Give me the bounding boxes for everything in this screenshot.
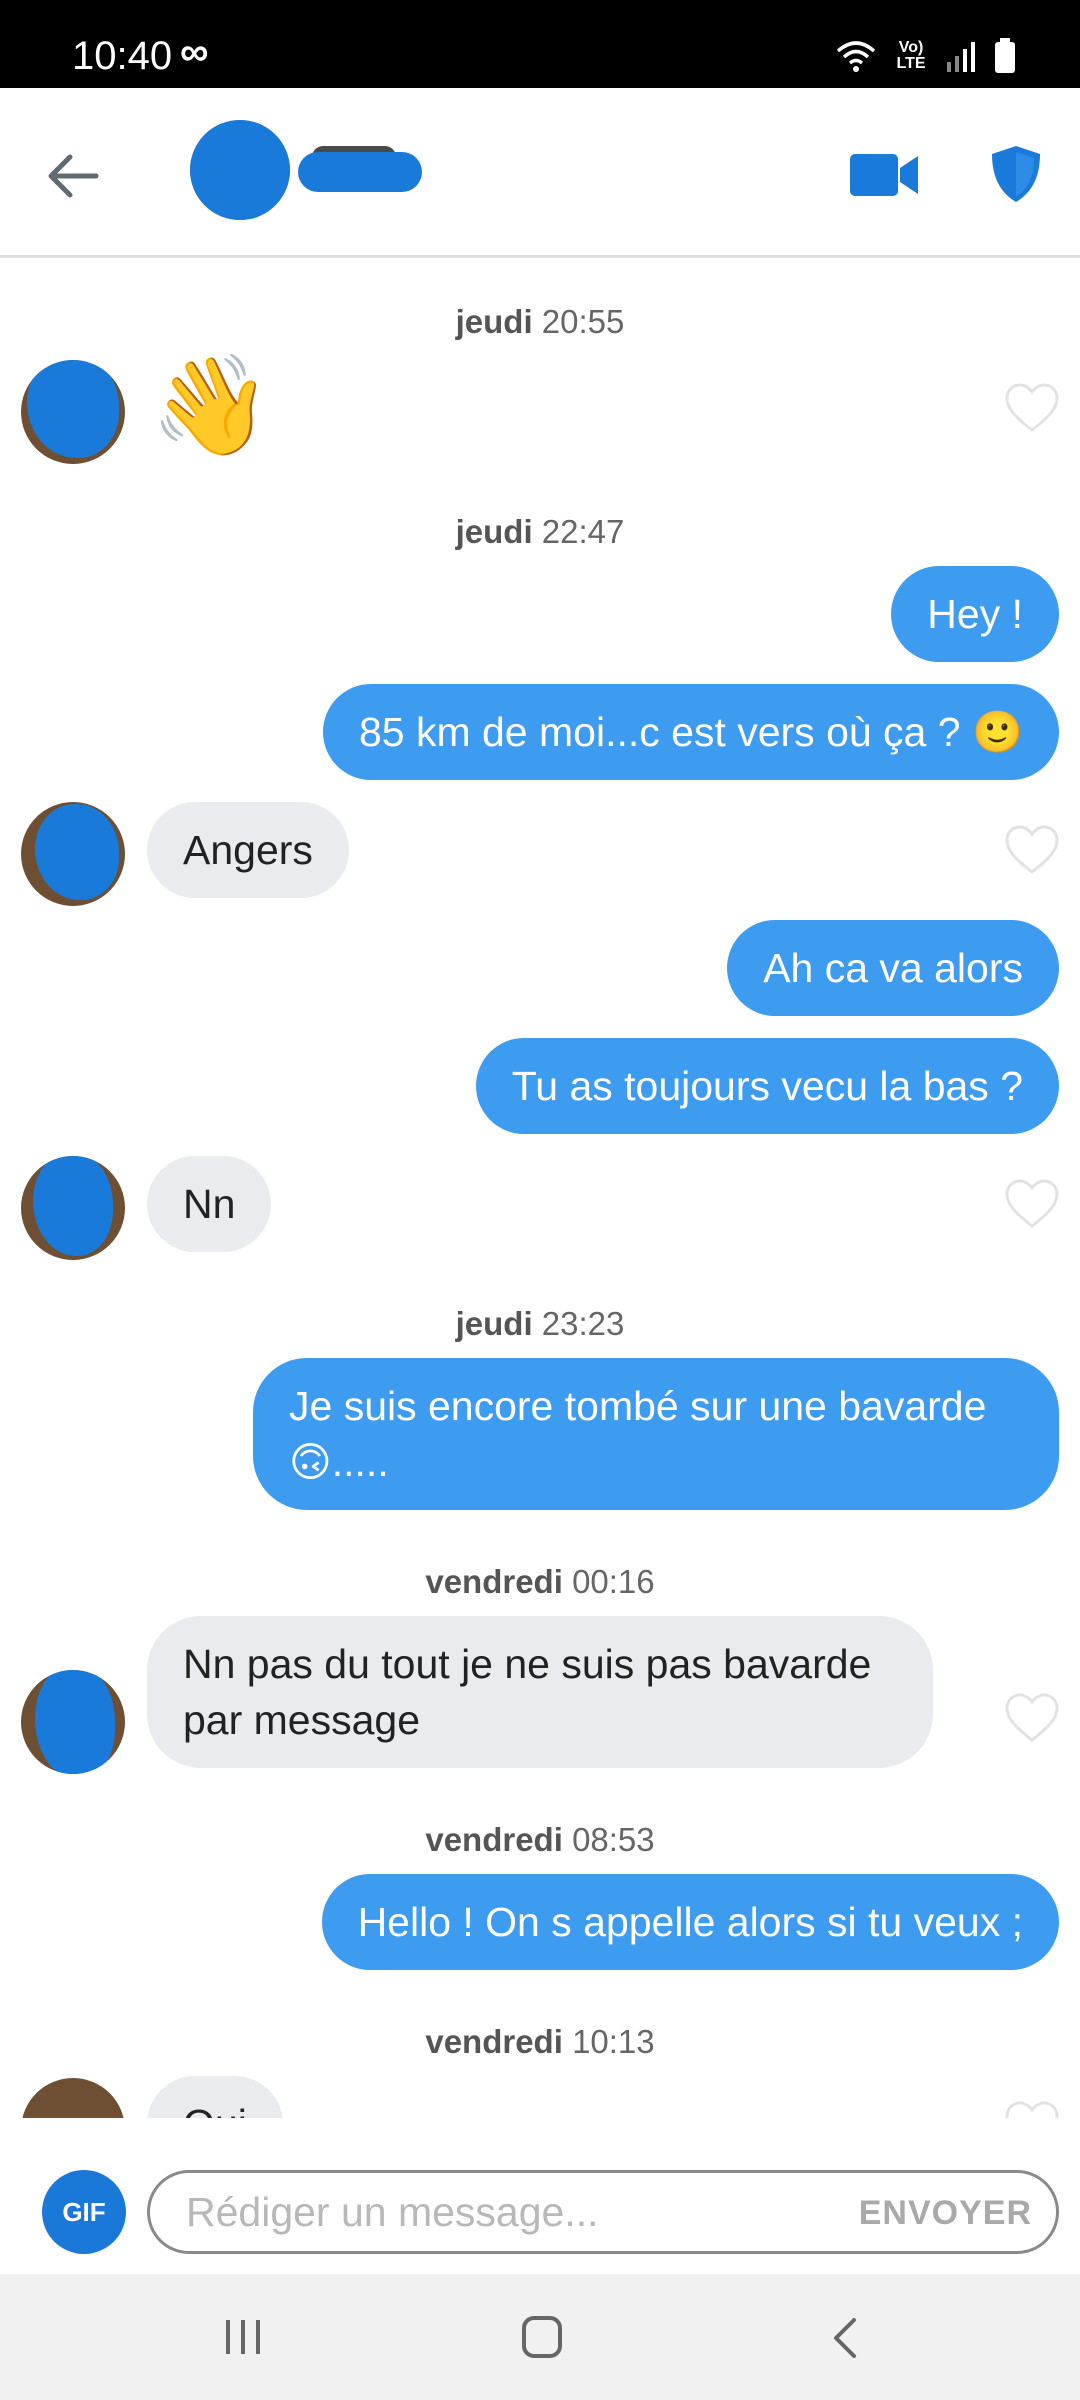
avatar[interactable] [21, 1670, 125, 1774]
lte-indicator: Vo) LTE [894, 40, 928, 72]
heart-icon[interactable] [1004, 1692, 1060, 1744]
timestamp-day: jeudi [455, 303, 533, 340]
infinity-icon: ∞ [180, 30, 209, 74]
redacted-name-scribble [298, 152, 422, 192]
heart-icon[interactable] [1004, 382, 1060, 434]
message-input-container[interactable]: ENVOYER [147, 2170, 1059, 2254]
video-camera-icon[interactable] [848, 150, 920, 200]
avatar[interactable] [21, 1156, 125, 1260]
status-time: 10:40 [72, 34, 173, 78]
incoming-message[interactable]: Angers [147, 802, 349, 898]
outgoing-message[interactable]: Je suis encore tombé sur une bavarde 🙃..… [253, 1358, 1059, 1510]
status-bar: 10:40 ∞ Vo) LTE [0, 0, 1080, 88]
timestamp: jeudi 23:23 [0, 1304, 1080, 1344]
timestamp-time: 20:55 [541, 303, 625, 340]
gif-button[interactable]: GIF [42, 2170, 126, 2254]
lte-label: LTE [896, 55, 926, 72]
heart-icon[interactable] [1004, 1178, 1060, 1230]
timestamp-time: 00:16 [572, 1563, 655, 1600]
timestamp-day: vendredi [425, 2023, 563, 2060]
timestamp: vendredi 00:16 [0, 1562, 1080, 1602]
heart-icon[interactable] [1004, 2100, 1060, 2118]
message-input[interactable] [186, 2181, 786, 2243]
chat-header [0, 88, 1080, 258]
incoming-message[interactable]: Nn pas du tout je ne suis pas bavarde pa… [147, 1616, 933, 1768]
message-list[interactable]: jeudi 20:55 👋 jeudi 22:47 Hey ! 85 km de… [0, 258, 1080, 2118]
back-icon[interactable] [830, 2316, 860, 2360]
system-nav-bar [0, 2274, 1080, 2400]
timestamp-day: vendredi [425, 1563, 563, 1600]
timestamp-day: jeudi [455, 513, 533, 550]
timestamp-day: jeudi [455, 1305, 533, 1342]
incoming-message[interactable]: Nn [147, 1156, 272, 1252]
outgoing-message[interactable]: Hello ! On s appelle alors si tu veux ; [321, 1874, 1059, 1970]
incoming-message[interactable]: Oui [147, 2076, 283, 2118]
signal-icon [947, 42, 975, 72]
message-composer: GIF ENVOYER [0, 2118, 1080, 2274]
timestamp: vendredi 08:53 [0, 1820, 1080, 1860]
timestamp-time: 22:47 [541, 513, 625, 550]
timestamp: vendredi 10:13 [0, 2022, 1080, 2062]
outgoing-message[interactable]: Tu as toujours vecu la bas ? [475, 1038, 1059, 1134]
avatar[interactable] [21, 2078, 125, 2118]
volte-label: Vo) [898, 39, 924, 56]
outgoing-message[interactable]: Ah ca va alors [727, 920, 1059, 1016]
timestamp-day: vendredi [425, 1821, 563, 1858]
timestamp-time: 08:53 [572, 1821, 655, 1858]
avatar[interactable] [190, 120, 290, 220]
wave-emoji: 👋 [150, 350, 273, 460]
shield-icon[interactable] [990, 144, 1042, 204]
avatar[interactable] [21, 802, 125, 906]
outgoing-message[interactable]: Hey ! [891, 566, 1059, 662]
arrow-left-icon[interactable] [40, 143, 106, 209]
status-icons: Vo) LTE [836, 34, 1016, 78]
wifi-icon [836, 41, 876, 72]
avatar[interactable] [21, 360, 125, 464]
timestamp: jeudi 22:47 [0, 512, 1080, 552]
battery-icon [995, 38, 1015, 73]
outgoing-message[interactable]: 85 km de moi...c est vers où ça ? 🙂 [322, 684, 1059, 780]
timestamp-time: 23:23 [541, 1305, 625, 1342]
recent-apps-icon[interactable] [222, 2316, 264, 2358]
timestamp: jeudi 20:55 [0, 302, 1080, 342]
timestamp-time: 10:13 [572, 2023, 655, 2060]
home-icon[interactable] [520, 2314, 564, 2360]
heart-icon[interactable] [1004, 824, 1060, 876]
send-button[interactable]: ENVOYER [859, 2191, 1032, 2235]
